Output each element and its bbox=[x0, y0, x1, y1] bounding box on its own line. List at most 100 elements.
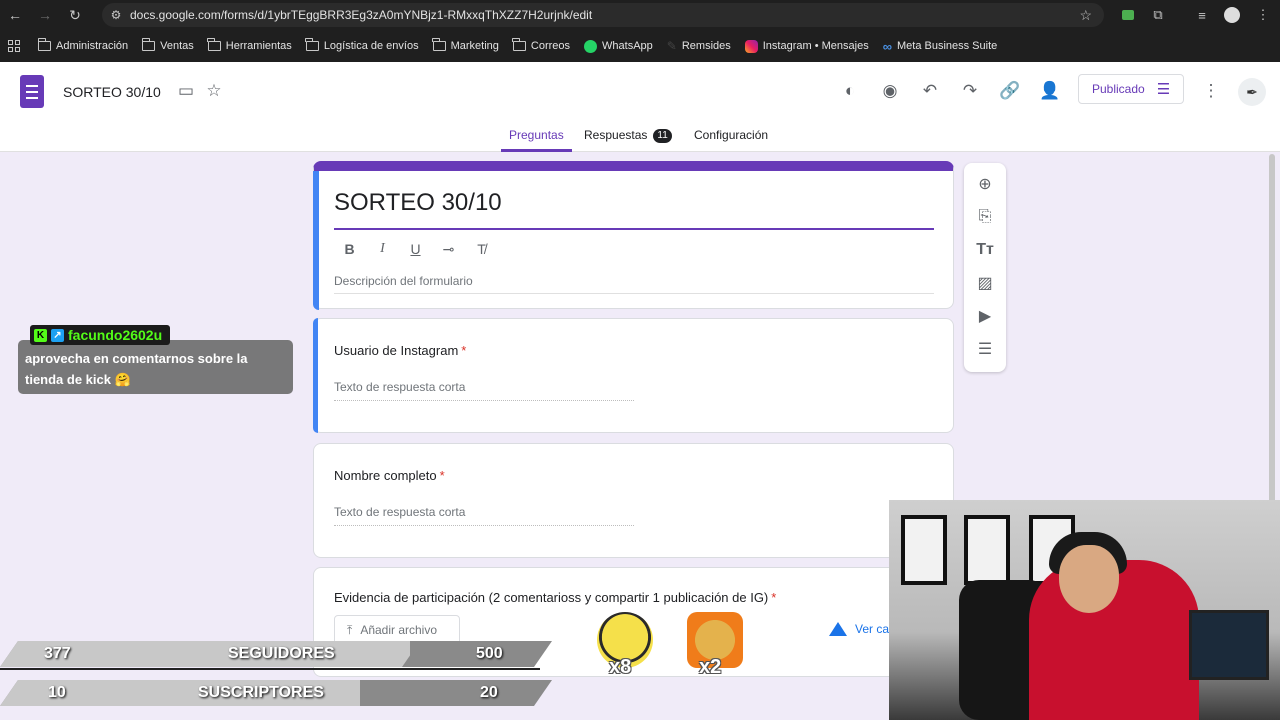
bookmark-label: Instagram • Mensajes bbox=[762, 40, 869, 52]
bookmark-star-icon[interactable]: ☆ bbox=[1079, 7, 1092, 24]
customize-theme-icon[interactable]: ◐ bbox=[837, 78, 863, 104]
bookmark-label: Correos bbox=[530, 40, 571, 52]
kick-icon: K bbox=[34, 328, 47, 342]
chat-username: facundo2602u bbox=[68, 327, 163, 343]
forward-icon[interactable]: → bbox=[30, 0, 60, 30]
subscribers-current: 10 bbox=[48, 684, 66, 701]
subscriber-badge-icon: ↗ bbox=[51, 328, 64, 342]
bookmark-correos[interactable]: Correos bbox=[512, 38, 571, 52]
avatar[interactable]: ✒ bbox=[1238, 78, 1266, 106]
site-settings-icon[interactable]: ⚙ bbox=[102, 8, 130, 22]
add-question-icon[interactable]: ⊕ bbox=[972, 171, 998, 197]
emote-multiplier: x2 bbox=[699, 656, 722, 678]
monitor bbox=[1189, 610, 1269, 680]
add-image-icon[interactable]: ▨ bbox=[972, 270, 998, 296]
bookmark-meta[interactable]: ∞ Meta Business Suite bbox=[883, 39, 998, 54]
form-tabs: Preguntas Respuestas 11 Configuración bbox=[0, 128, 1280, 152]
question-label: Nombre completo * bbox=[334, 468, 445, 483]
subscribers-goal-bar: 10 SUSCRIPTORES 20 bbox=[0, 680, 552, 706]
redo-icon[interactable]: ↷ bbox=[957, 78, 983, 104]
profile-icon[interactable] bbox=[1217, 0, 1247, 30]
chat-username-badge: K ↗ facundo2602u bbox=[30, 325, 171, 345]
bookmark-label: WhatsApp bbox=[602, 40, 653, 52]
emote-multiplier: x8 bbox=[609, 656, 632, 678]
import-questions-icon[interactable]: ⎘ bbox=[972, 204, 998, 230]
star-icon[interactable]: ☆ bbox=[201, 78, 227, 104]
bookmark-marketing[interactable]: Marketing bbox=[432, 38, 499, 52]
address-bar[interactable]: ⚙ docs.google.com/forms/d/1ybrTEggBRR3Eg… bbox=[102, 3, 1104, 27]
form-title-input[interactable]: SORTEO 30/10 bbox=[334, 189, 502, 217]
tab-respuestas[interactable]: Respuestas 11 bbox=[584, 128, 672, 152]
extension-icon[interactable] bbox=[1113, 0, 1143, 30]
bookmark-remsides[interactable]: ✎ Remsides bbox=[667, 39, 731, 53]
bookmark-label: Marketing bbox=[450, 40, 499, 52]
bookmark-herramientas[interactable]: Herramientas bbox=[207, 38, 292, 52]
folder-icon bbox=[207, 38, 221, 51]
google-drive-icon bbox=[829, 622, 847, 636]
question-card[interactable]: Usuario de Instagram * Texto de respuesta… bbox=[313, 318, 954, 433]
underline-icon[interactable]: U bbox=[408, 241, 423, 258]
tab-configuracion[interactable]: Configuración bbox=[694, 128, 768, 152]
bookmark-label: Remsides bbox=[681, 40, 731, 52]
clear-formatting-icon[interactable]: T̸ bbox=[474, 241, 489, 258]
reading-list-icon[interactable]: ≡ bbox=[1187, 0, 1217, 30]
bookmark-logistica[interactable]: Logística de envíos bbox=[305, 38, 419, 52]
tab-preguntas[interactable]: Preguntas bbox=[501, 128, 572, 152]
whatsapp-icon bbox=[584, 39, 598, 53]
link-icon[interactable]: ⊸ bbox=[441, 241, 456, 258]
followers-label: SEGUIDORES bbox=[228, 645, 335, 662]
preview-eye-icon[interactable]: ◉ bbox=[877, 78, 903, 104]
form-title-card[interactable]: SORTEO 30/10 B I U ⊸ T̸ Descripción del … bbox=[313, 161, 954, 310]
folder-icon bbox=[512, 38, 526, 51]
menu-kebab-icon[interactable]: ⋮ bbox=[1248, 0, 1278, 30]
title-underline bbox=[334, 228, 934, 230]
bookmark-whatsapp[interactable]: WhatsApp bbox=[584, 39, 653, 53]
question-text: Nombre completo bbox=[334, 468, 437, 483]
bookmark-administracion[interactable]: Administración bbox=[37, 38, 128, 52]
document-title[interactable]: SORTEO 30/10 bbox=[63, 84, 161, 100]
reload-icon[interactable]: ↻ bbox=[60, 0, 90, 30]
form-description-input[interactable]: Descripción del formulario bbox=[334, 274, 934, 294]
add-title-icon[interactable]: Tт bbox=[972, 237, 998, 263]
forms-header: SORTEO 30/10 ▭ ☆ ◐ ◉ ↶ ↷ 🔗 👤 Publicado ☰… bbox=[0, 62, 1280, 152]
back-icon[interactable]: ← bbox=[0, 0, 30, 30]
view-drive-folder-link[interactable]: Ver ca bbox=[829, 622, 889, 636]
followers-current: 377 bbox=[44, 645, 71, 662]
streamer-head bbox=[1059, 545, 1119, 613]
question-text: Usuario de Instagram bbox=[334, 343, 459, 358]
add-section-icon[interactable]: ☰ bbox=[972, 336, 998, 362]
question-label: Evidencia de participación (2 comentario… bbox=[334, 590, 776, 605]
question-card[interactable]: Nombre completo * Texto de respuesta cort… bbox=[313, 443, 954, 558]
bookmarks-bar: Administración Ventas Herramientas Logís… bbox=[0, 30, 1280, 62]
move-to-folder-icon[interactable]: ▭ bbox=[173, 78, 199, 104]
folder-icon bbox=[141, 38, 156, 51]
bookmark-instagram[interactable]: Instagram • Mensajes bbox=[744, 39, 869, 53]
apps-grid-icon[interactable] bbox=[8, 40, 20, 52]
chat-message: aprovecha en comentarnos sobre la tienda… bbox=[18, 340, 293, 394]
undo-icon[interactable]: ↶ bbox=[917, 78, 943, 104]
bookmark-ventas[interactable]: Ventas bbox=[141, 38, 194, 52]
google-forms-logo-icon[interactable] bbox=[20, 75, 44, 108]
folder-icon bbox=[432, 38, 446, 51]
required-asterisk: * bbox=[461, 343, 467, 358]
publish-button[interactable]: Publicado ☰ bbox=[1078, 74, 1184, 104]
wall-frame bbox=[901, 515, 947, 585]
tab-respuestas-label: Respuestas bbox=[584, 128, 648, 142]
question-label: Usuario de Instagram * bbox=[334, 343, 466, 358]
bookmark-label: Logística de envíos bbox=[323, 40, 419, 52]
puzzle-icon[interactable]: ⧉ bbox=[1143, 0, 1173, 30]
drive-link-label: Ver ca bbox=[855, 622, 890, 636]
subscribers-goal: 20 bbox=[480, 684, 498, 701]
bookmark-label: Herramientas bbox=[225, 40, 292, 52]
subscribers-label: SUSCRIPTORES bbox=[198, 684, 324, 701]
followers-goal-bar: 377 SEGUIDORES 500 bbox=[0, 641, 552, 670]
link-icon[interactable]: 🔗 bbox=[997, 78, 1023, 104]
required-asterisk: * bbox=[771, 590, 777, 605]
italic-icon[interactable]: I bbox=[375, 241, 390, 258]
bookmark-label: Meta Business Suite bbox=[896, 40, 998, 52]
add-video-icon[interactable]: ▶ bbox=[972, 303, 998, 329]
bold-icon[interactable]: B bbox=[342, 241, 357, 258]
more-options-icon[interactable]: ⋮ bbox=[1198, 78, 1224, 104]
floating-toolbar: ⊕ ⎘ Tт ▨ ▶ ☰ bbox=[964, 163, 1006, 372]
add-collaborator-icon[interactable]: 👤 bbox=[1037, 78, 1063, 104]
